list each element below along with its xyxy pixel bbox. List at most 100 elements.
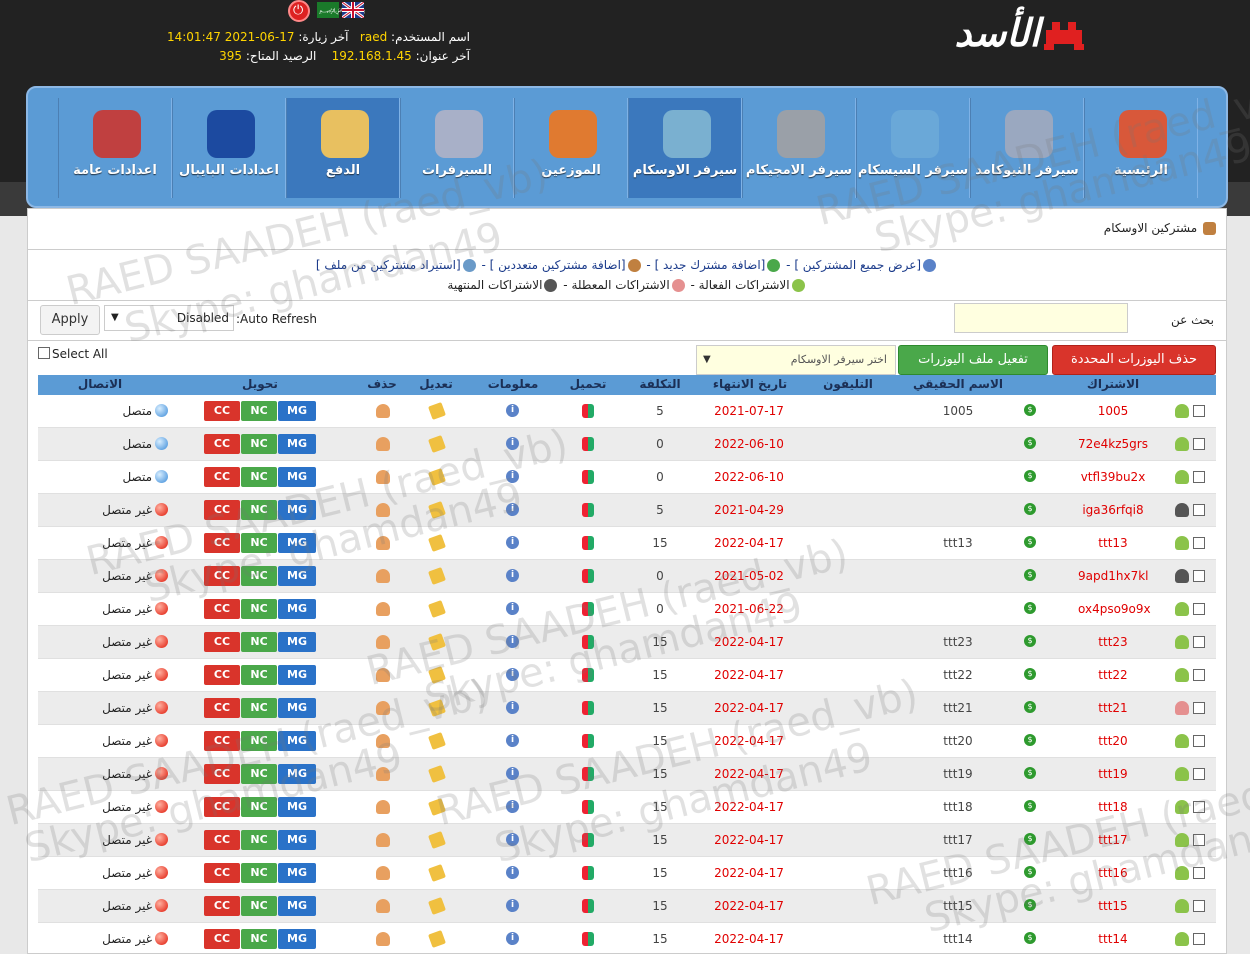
edit-icon[interactable] [428, 666, 446, 684]
row-checkbox[interactable] [1193, 537, 1205, 549]
convert-cc-button[interactable]: CC [204, 632, 240, 652]
money-icon[interactable]: $ [1024, 800, 1036, 812]
nav-item-9[interactable]: اعدادات عامة [58, 98, 172, 198]
info-icon[interactable]: i [506, 635, 519, 648]
convert-mg-button[interactable]: MG [278, 533, 316, 553]
th-phone[interactable]: التليفون [808, 377, 888, 391]
money-icon[interactable]: $ [1024, 833, 1036, 845]
row-checkbox[interactable] [1193, 768, 1205, 780]
delete-user-icon[interactable] [376, 668, 390, 682]
convert-nc-button[interactable]: NC [241, 830, 277, 850]
money-icon[interactable]: $ [1024, 635, 1036, 647]
download-icon[interactable] [582, 800, 594, 814]
search-input[interactable] [954, 303, 1128, 333]
cell-subscription[interactable]: ttt14 [1078, 932, 1148, 946]
nav-item-1[interactable]: سيرفر النيوكامد [970, 98, 1084, 198]
convert-nc-button[interactable]: NC [241, 533, 277, 553]
convert-cc-button[interactable]: CC [204, 731, 240, 751]
download-icon[interactable] [582, 602, 594, 616]
convert-nc-button[interactable]: NC [241, 401, 277, 421]
power-icon[interactable] [288, 0, 310, 22]
convert-cc-button[interactable]: CC [204, 533, 240, 553]
convert-mg-button[interactable]: MG [278, 830, 316, 850]
convert-cc-button[interactable]: CC [204, 467, 240, 487]
cell-subscription[interactable]: ttt19 [1078, 767, 1148, 781]
cell-subscription[interactable]: ox4pso9o9x [1078, 602, 1151, 616]
row-checkbox[interactable] [1193, 933, 1205, 945]
info-icon[interactable]: i [506, 932, 519, 945]
info-icon[interactable]: i [506, 899, 519, 912]
nav-item-3[interactable]: سيرفر الامجيكام [742, 98, 856, 198]
info-icon[interactable]: i [506, 602, 519, 615]
info-icon[interactable]: i [506, 800, 519, 813]
delete-user-icon[interactable] [376, 833, 390, 847]
info-icon[interactable]: i [506, 437, 519, 450]
money-icon[interactable]: $ [1024, 899, 1036, 911]
download-icon[interactable] [582, 866, 594, 880]
row-checkbox[interactable] [1193, 636, 1205, 648]
convert-cc-button[interactable]: CC [204, 401, 240, 421]
info-icon[interactable]: i [506, 866, 519, 879]
info-icon[interactable]: i [506, 404, 519, 417]
row-checkbox[interactable] [1193, 702, 1205, 714]
delete-user-icon[interactable] [376, 404, 390, 418]
row-checkbox[interactable] [1193, 735, 1205, 747]
nav-item-0[interactable]: الرئيسية [1084, 98, 1198, 198]
nav-item-2[interactable]: سيرفر السيسكام [856, 98, 970, 198]
add-multi-link[interactable]: [اضافة مشتركين متعددين ] [490, 258, 626, 272]
cell-subscription[interactable]: ttt20 [1078, 734, 1148, 748]
download-icon[interactable] [582, 404, 594, 418]
info-icon[interactable]: i [506, 536, 519, 549]
convert-cc-button[interactable]: CC [204, 665, 240, 685]
convert-cc-button[interactable]: CC [204, 764, 240, 784]
download-icon[interactable] [582, 668, 594, 682]
convert-nc-button[interactable]: NC [241, 896, 277, 916]
th-subscription[interactable]: الاشتراك [1058, 377, 1168, 391]
select-all-checkbox[interactable] [38, 347, 50, 359]
cell-subscription[interactable]: 72e4kz5grs [1078, 437, 1148, 451]
delete-user-icon[interactable] [376, 635, 390, 649]
money-icon[interactable]: $ [1024, 536, 1036, 548]
convert-nc-button[interactable]: NC [241, 863, 277, 883]
nav-item-5[interactable]: الموزعين [514, 98, 628, 198]
row-checkbox[interactable] [1193, 900, 1205, 912]
convert-cc-button[interactable]: CC [204, 566, 240, 586]
delete-user-icon[interactable] [376, 536, 390, 550]
server-select[interactable]: اختر سيرفر الاوسكام ▼ [696, 345, 896, 375]
convert-mg-button[interactable]: MG [278, 731, 316, 751]
cell-subscription[interactable]: ttt16 [1078, 866, 1148, 880]
convert-mg-button[interactable]: MG [278, 698, 316, 718]
download-icon[interactable] [582, 767, 594, 781]
download-icon[interactable] [582, 437, 594, 451]
download-icon[interactable] [582, 833, 594, 847]
edit-icon[interactable] [428, 798, 446, 816]
convert-nc-button[interactable]: NC [241, 500, 277, 520]
delete-user-icon[interactable] [376, 437, 390, 451]
active-link[interactable]: الاشتراكات الفعالة [699, 278, 790, 292]
flag-uk-icon[interactable] [342, 2, 364, 18]
money-icon[interactable]: $ [1024, 569, 1036, 581]
info-icon[interactable]: i [506, 503, 519, 516]
delete-user-icon[interactable] [376, 470, 390, 484]
convert-mg-button[interactable]: MG [278, 797, 316, 817]
edit-icon[interactable] [428, 831, 446, 849]
convert-cc-button[interactable]: CC [204, 599, 240, 619]
convert-mg-button[interactable]: MG [278, 632, 316, 652]
convert-cc-button[interactable]: CC [204, 896, 240, 916]
activate-file-button[interactable]: تفعيل ملف اليوزرات [898, 345, 1048, 375]
cell-subscription[interactable]: ttt18 [1078, 800, 1148, 814]
convert-mg-button[interactable]: MG [278, 500, 316, 520]
info-icon[interactable]: i [506, 701, 519, 714]
delete-user-icon[interactable] [376, 701, 390, 715]
download-icon[interactable] [582, 536, 594, 550]
th-cost[interactable]: التكلفة [632, 377, 688, 391]
convert-mg-button[interactable]: MG [278, 401, 316, 421]
row-checkbox[interactable] [1193, 570, 1205, 582]
convert-cc-button[interactable]: CC [204, 698, 240, 718]
delete-user-icon[interactable] [376, 569, 390, 583]
apply-button[interactable]: Apply [40, 305, 100, 335]
row-checkbox[interactable] [1193, 669, 1205, 681]
auto-refresh-select[interactable]: ▼ Disabled [104, 305, 234, 331]
expired-link[interactable]: الاشتراكات المنتهية [447, 278, 542, 292]
delete-user-icon[interactable] [376, 932, 390, 946]
